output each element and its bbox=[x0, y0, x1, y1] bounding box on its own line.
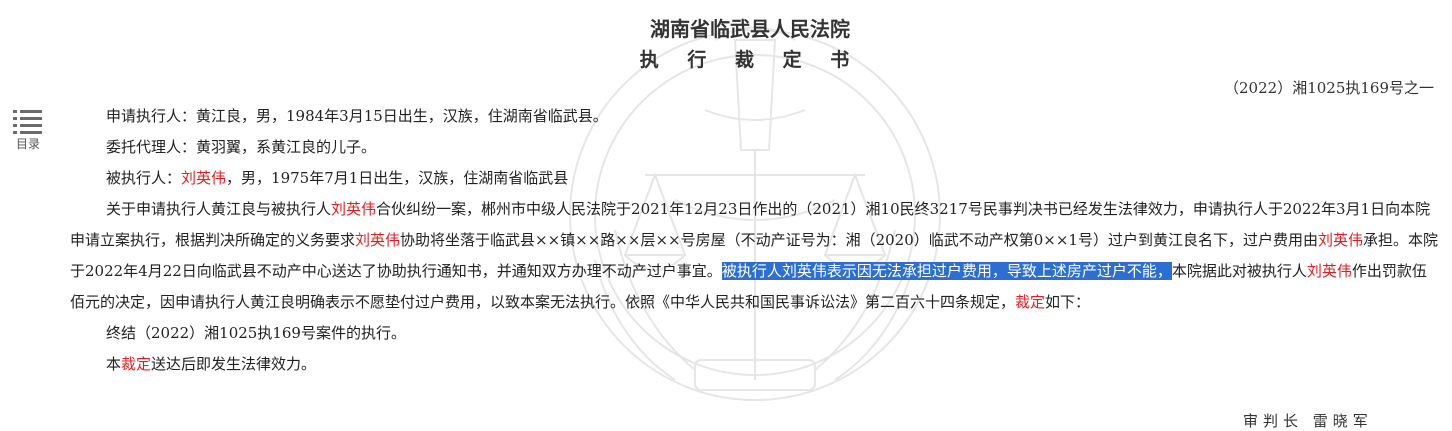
facts-text: 本院据此对被执行人 bbox=[1171, 262, 1307, 280]
document-body: 申请执行人：黄江良，男，1984年3月15日出生，汉族，住湖南省临武县。 委托代… bbox=[70, 101, 1438, 380]
toc-label: 目录 bbox=[15, 137, 40, 151]
list-icon bbox=[13, 110, 42, 134]
respondent-name: 刘英伟 bbox=[331, 200, 377, 218]
case-number: （2022）湘1025执169号之一 bbox=[1224, 79, 1434, 97]
facts-text: 如下： bbox=[1045, 293, 1091, 311]
document-title: 执 行 裁 定 书 bbox=[639, 49, 861, 71]
respondent-name: 刘英伟 bbox=[1306, 262, 1352, 280]
respondent-name: 刘英伟 bbox=[355, 231, 401, 249]
respondent-label: 被执行人： bbox=[106, 169, 182, 187]
facts-text: 协助将坐落于临武县××镇××路××层××号房屋（不动产证号为：湘（2020）临武… bbox=[400, 231, 1318, 249]
decision-paragraph: 终结（2022）湘1025执169号案件的执行。 bbox=[106, 324, 406, 342]
selected-text[interactable]: 被执行人刘英伟表示因无法承担过户费用，导致上述房产过户不能， bbox=[721, 262, 1172, 280]
facts-text: 关于申请执行人黄江良与被执行人 bbox=[106, 200, 332, 218]
facts-paragraph: 关于申请执行人黄江良与被执行人刘英伟合伙纠纷一案，郴州市中级人民法院于2021年… bbox=[70, 194, 1438, 318]
respondent-paragraph: 被执行人：刘英伟，男，1975年7月1日出生，汉族，住湖南省临武县 bbox=[70, 163, 1438, 194]
effect-paragraph: 本裁定送达后即发生法律效力。 bbox=[70, 349, 1438, 380]
ruling-word: 裁定 bbox=[1015, 293, 1046, 311]
ruling-word: 裁定 bbox=[121, 355, 152, 373]
effect-text: 送达后即发生法律效力。 bbox=[151, 355, 317, 373]
effect-text: 本 bbox=[106, 355, 122, 373]
respondent-name: 刘英伟 bbox=[1317, 231, 1363, 249]
toc-button[interactable]: 目录 bbox=[10, 108, 46, 152]
agent-paragraph: 委托代理人：黄羽翼，系黄江良的儿子。 bbox=[106, 138, 377, 156]
respondent-details: ，男，1975年7月1日出生，汉族，住湖南省临武县 bbox=[226, 169, 569, 187]
respondent-name: 刘英伟 bbox=[181, 169, 227, 187]
court-name: 湖南省临武县人民法院 bbox=[650, 17, 850, 41]
applicant-paragraph: 申请执行人：黄江良，男，1984年3月15日出生，汉族，住湖南省临武县。 bbox=[106, 107, 608, 125]
